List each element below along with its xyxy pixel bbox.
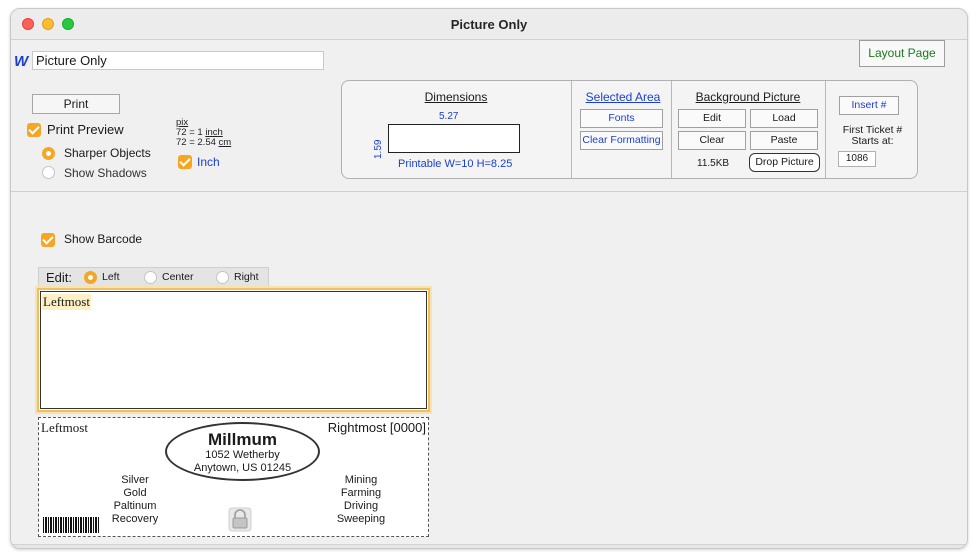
show-shadows-label: Show Shadows: [64, 166, 147, 180]
editor-text: Leftmost: [42, 294, 91, 310]
edit-alignment-bar: Edit: Left Center Right: [38, 267, 269, 287]
window-title: Picture Only: [450, 17, 528, 32]
print-button[interactable]: Print: [32, 94, 120, 114]
list-item: Paltinum: [113, 500, 157, 512]
panel-divider: [671, 81, 672, 178]
lock-icon[interactable]: [228, 507, 252, 532]
list-item: Mining: [344, 474, 378, 486]
section-divider: [11, 191, 967, 192]
picture-size: 11.5KB: [697, 158, 730, 169]
inch-checkbox[interactable]: [178, 155, 192, 169]
align-right-label: Right: [234, 271, 259, 283]
list-item: Silver: [121, 474, 149, 486]
align-left-label: Left: [102, 271, 120, 283]
dimension-preview: [388, 124, 520, 153]
dimension-height: 1.59: [373, 139, 384, 159]
bottom-status-strip: [11, 544, 967, 548]
align-center-radio[interactable]: [144, 271, 157, 284]
background-picture-header: Background Picture: [695, 90, 801, 104]
layout-page-button[interactable]: Layout Page: [859, 40, 945, 67]
ticket-left-list: Silver Gold Paltinum Recovery: [105, 474, 165, 526]
ticket-address-line2: Anytown, US 01245: [193, 462, 292, 474]
show-barcode-checkbox[interactable]: [41, 233, 55, 247]
scale-info: pix 72 = 1 inch 72 = 2.54 cm: [176, 118, 231, 148]
load-picture-button[interactable]: Load: [750, 109, 818, 128]
ticket-preview: Leftmost Rightmost [0000] Millmum 1052 W…: [38, 417, 429, 537]
align-center-label: Center: [162, 271, 194, 283]
clear-formatting-button[interactable]: Clear Formatting: [580, 131, 663, 150]
w-icon: W: [14, 53, 29, 70]
print-preview-checkbox[interactable]: [27, 123, 41, 137]
app-window: Picture Only W Picture Only Layout Page …: [10, 8, 968, 549]
fonts-button[interactable]: Fonts: [580, 109, 663, 128]
align-right-radio[interactable]: [216, 271, 229, 284]
dimension-width: 5.27: [439, 111, 459, 122]
ticket-name-oval: Millmum 1052 Wetherby Anytown, US 01245: [165, 422, 320, 481]
sharper-objects-label: Sharper Objects: [64, 146, 151, 160]
settings-panel: Dimensions 5.27 1.59 Printable W=10 H=8.…: [341, 80, 918, 179]
title-bar: Picture Only: [11, 9, 967, 40]
selected-area-header[interactable]: Selected Area: [578, 90, 668, 104]
ticket-leftmost-text: Leftmost: [41, 420, 88, 435]
barcode-image: [43, 517, 99, 533]
dimensions-header: Dimensions: [424, 90, 488, 104]
starts-at-label: Starts at:: [851, 135, 894, 147]
print-preview-label: Print Preview: [47, 122, 124, 137]
text-editor[interactable]: Leftmost: [37, 288, 430, 412]
align-left-radio[interactable]: [84, 271, 97, 284]
scale-line2: 72 = 2.54: [176, 137, 219, 148]
paste-picture-button[interactable]: Paste: [750, 131, 818, 150]
printable-size: Printable W=10 H=8.25: [398, 158, 513, 170]
show-barcode-label: Show Barcode: [64, 232, 143, 246]
edit-label: Edit:: [46, 270, 73, 285]
ticket-rightmost-text: Rightmost [0000]: [327, 420, 426, 435]
panel-divider: [571, 81, 572, 178]
document-name-field[interactable]: Picture Only: [32, 51, 324, 70]
ticket-address-line1: 1052 Wetherby: [205, 449, 280, 461]
ticket-right-list: Mining Farming Driving Sweeping: [329, 474, 393, 526]
list-item: Recovery: [111, 513, 159, 525]
clear-picture-button[interactable]: Clear: [678, 131, 746, 150]
start-number-field[interactable]: 1086: [838, 151, 876, 167]
cm-unit: cm: [218, 137, 232, 148]
list-item: Farming: [340, 487, 382, 499]
text-editor-area[interactable]: Leftmost: [40, 291, 427, 409]
insert-number-button[interactable]: Insert #: [839, 96, 899, 115]
ticket-name: Millmum: [208, 430, 277, 449]
list-item: Sweeping: [336, 513, 386, 525]
list-item: Gold: [123, 487, 147, 499]
sharper-objects-radio[interactable]: [42, 147, 55, 160]
drop-picture-button[interactable]: Drop Picture: [749, 153, 820, 172]
show-shadows-radio[interactable]: [42, 166, 55, 179]
inch-label: Inch: [197, 155, 220, 169]
main-content: W Picture Only Layout Page Print Print P…: [11, 40, 967, 548]
panel-divider: [825, 81, 826, 178]
list-item: Driving: [343, 500, 379, 512]
edit-picture-button[interactable]: Edit: [678, 109, 746, 128]
